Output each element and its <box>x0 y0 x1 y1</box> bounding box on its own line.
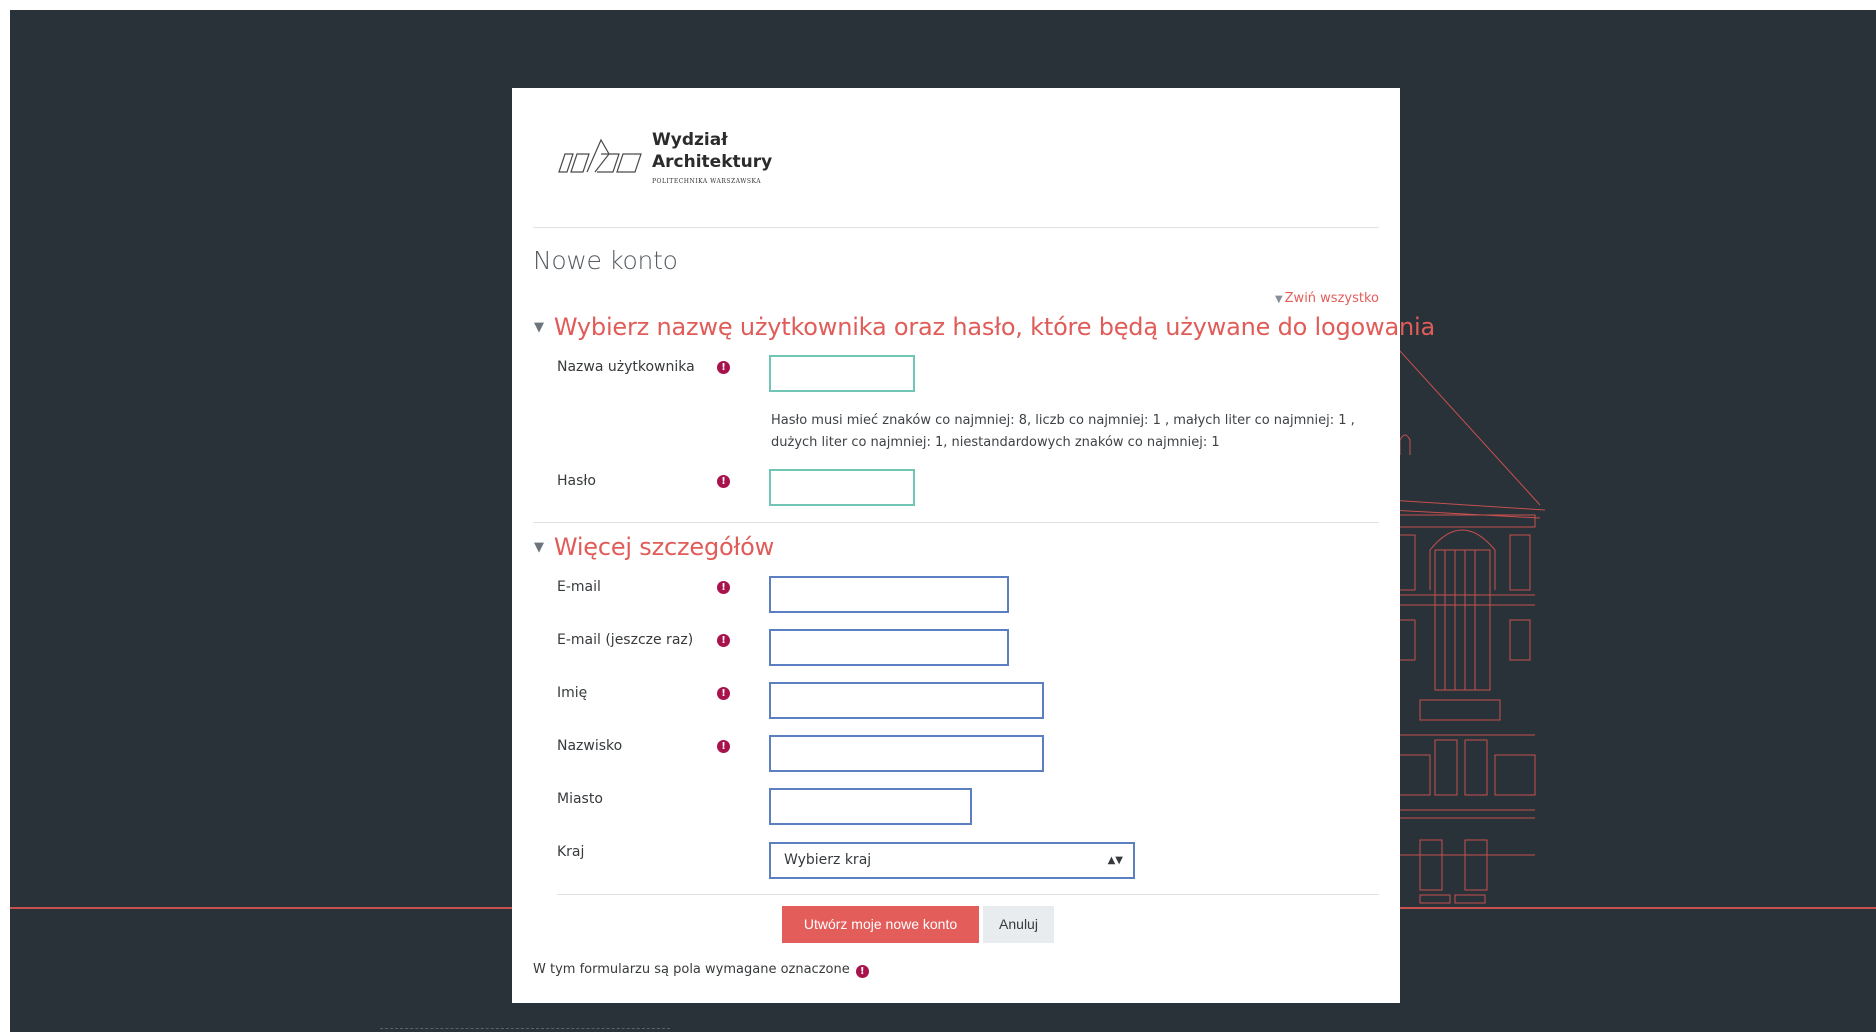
required-icon: ! <box>717 687 730 700</box>
page-title: Nowe konto <box>533 246 678 275</box>
section-divider <box>533 522 1379 523</box>
lastname-input[interactable] <box>769 735 1044 772</box>
required-icon: ! <box>855 965 869 978</box>
logo-title-line2: Architektury <box>652 152 773 172</box>
country-select[interactable]: Wybierz kraj ▲▼ <box>769 842 1135 879</box>
firstname-label: Imię <box>557 685 588 701</box>
email-input[interactable] <box>769 576 1009 613</box>
header-divider <box>533 227 1379 228</box>
username-input[interactable] <box>769 355 915 392</box>
collapse-all-label: Zwiń wszystko <box>1284 291 1379 306</box>
signup-card: Wydział Architektury POLITECHNIKA WARSZA… <box>512 88 1435 1003</box>
city-input[interactable] <box>769 788 972 825</box>
section-details-title: Więcej szczegółów <box>553 533 775 561</box>
cancel-button[interactable]: Anuluj <box>983 906 1054 943</box>
email-confirm-label: E-mail (jeszcze raz) <box>557 632 694 648</box>
logo-mark-icon <box>558 138 642 173</box>
caret-down-icon: ▼ <box>534 540 544 555</box>
page-background: Wydział Architektury POLITECHNIKA WARSZA… <box>10 10 1876 1032</box>
section-login-header[interactable]: ▼ Wybierz nazwę użytkownika oraz hasło, k… <box>534 313 1435 341</box>
required-fields-note: W tym formularzu są pola wymagane oznacz… <box>533 962 869 978</box>
password-input[interactable] <box>769 469 915 506</box>
logo-subtitle: POLITECHNIKA WARSZAWSKA <box>652 178 762 185</box>
required-icon: ! <box>717 581 730 594</box>
city-label: Miasto <box>557 791 603 807</box>
required-icon: ! <box>717 475 730 488</box>
required-icon: ! <box>717 634 730 647</box>
buttons-divider <box>557 894 1379 895</box>
country-label: Kraj <box>557 844 585 860</box>
firstname-input[interactable] <box>769 682 1044 719</box>
password-label: Hasło <box>557 473 596 489</box>
country-select-value: Wybierz kraj <box>784 852 872 868</box>
required-fields-text: W tym formularzu są pola wymagane oznacz… <box>533 962 850 977</box>
caret-down-icon: ▼ <box>1274 294 1283 305</box>
section-login-title: Wybierz nazwę użytkownika oraz hasło, kt… <box>553 313 1435 341</box>
required-icon: ! <box>717 740 730 753</box>
section-details-header[interactable]: ▼ Więcej szczegółów <box>534 533 774 561</box>
building-illustration <box>1390 340 1546 904</box>
logo-title-line1: Wydział <box>652 130 728 150</box>
sort-icon: ▲▼ <box>1107 855 1123 866</box>
required-icon: ! <box>717 361 730 374</box>
collapse-all-link[interactable]: ▼ Zwiń wszystko <box>1275 291 1379 306</box>
lastname-label: Nazwisko <box>557 738 623 754</box>
password-policy-text: Hasło musi mieć znaków co najmniej: 8, l… <box>771 413 1355 450</box>
background-caption <box>380 1028 670 1032</box>
create-account-button[interactable]: Utwórz moje nowe konto <box>782 906 979 943</box>
email-label: E-mail <box>557 579 601 595</box>
username-label: Nazwa użytkownika <box>557 359 695 375</box>
caret-down-icon: ▼ <box>534 320 544 335</box>
faculty-logo: Wydział Architektury POLITECHNIKA WARSZA… <box>557 128 797 198</box>
email-confirm-input[interactable] <box>769 629 1009 666</box>
